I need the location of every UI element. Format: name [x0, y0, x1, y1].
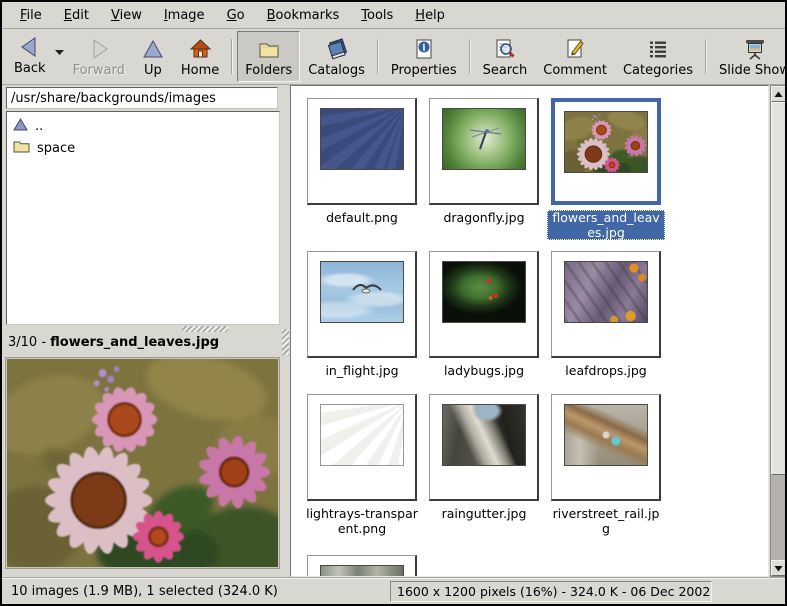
menu-bookmarks[interactable]: Bookmarks [257, 4, 350, 27]
toolbar: Back Forward Up [2, 29, 785, 85]
toolbar-separator [469, 39, 471, 74]
thumbnail-image [320, 108, 404, 170]
slideshow-button[interactable]: Slide Show [711, 31, 787, 82]
menu-view[interactable]: View [101, 4, 152, 27]
up-button[interactable]: Up [133, 31, 173, 82]
file-thumbnail[interactable]: dragonfly.jpg [429, 98, 539, 225]
up-triangle-icon [13, 118, 28, 135]
thumbnail-image [564, 261, 648, 323]
scroll-up-button[interactable] [771, 86, 786, 102]
home-button[interactable]: Home [173, 31, 227, 82]
list-icon [646, 36, 670, 62]
menu-bar: File Edit View Image Go Bookmarks Tools … [2, 2, 785, 29]
selection-status-text: 3/10 - flowers_and_leaves.jpg [8, 335, 284, 353]
comment-pencil-icon [563, 36, 587, 62]
main-content: .. space 3/10 - flowers_and_leaves.jpg [2, 85, 785, 577]
thumbnail-image [442, 108, 526, 170]
file-thumbnail[interactable]: leafdrops.jpg [551, 251, 661, 378]
pane-resize-grip-vertical[interactable] [282, 329, 289, 355]
info-document-icon: i [412, 36, 436, 62]
location-path-input[interactable] [6, 87, 278, 109]
image-preview [5, 357, 280, 569]
file-thumbnail[interactable]: in_flight.jpg [307, 251, 417, 378]
file-thumbnail[interactable]: riverstreet_rail.jpg [547, 394, 665, 536]
status-bar: 10 images (1.9 MB), 1 selected (324.0 K)… [2, 578, 785, 604]
folder-tree: .. space [6, 111, 280, 325]
file-thumbnail[interactable]: ladybugs.jpg [429, 251, 539, 378]
collection-status-text: 10 images (1.9 MB), 1 selected (324.0 K) [2, 584, 278, 599]
menu-help[interactable]: Help [405, 4, 455, 27]
thumbnail-pane: default.png dragonfly.jpg [290, 85, 785, 577]
projection-screen-icon [743, 36, 767, 62]
thumbnail-image [564, 404, 648, 466]
scrollbar-thumb[interactable] [771, 102, 786, 475]
toolbar-separator [705, 39, 707, 74]
properties-button[interactable]: i Properties [383, 31, 465, 82]
menu-image[interactable]: Image [154, 4, 215, 27]
up-arrow-icon [141, 36, 165, 62]
toolbar-separator [231, 39, 233, 74]
file-thumbnail[interactable]: raingutter.jpg [429, 394, 539, 521]
back-button[interactable]: Back [6, 31, 54, 80]
scroll-down-button[interactable] [771, 560, 786, 576]
back-history-dropdown[interactable] [54, 45, 65, 60]
categories-button[interactable]: Categories [615, 31, 701, 82]
catalogs-button[interactable]: Catalogs [300, 31, 373, 82]
folder-icon [257, 36, 281, 62]
thumbnail-image [320, 565, 404, 577]
thumbnail-image [442, 404, 526, 466]
file-thumbnail-selected[interactable]: flowers_and_leaves.jpg [547, 98, 665, 240]
file-thumbnail[interactable]: lightrays-transparent.png [303, 394, 421, 536]
menu-file[interactable]: File [10, 4, 52, 27]
vertical-scrollbar[interactable] [770, 85, 787, 577]
folder-item-parent[interactable]: .. [9, 116, 277, 137]
back-arrow-icon [18, 34, 42, 60]
file-thumbnail[interactable] [307, 555, 417, 577]
sidebar-pane: .. space 3/10 - flowers_and_leaves.jpg [2, 85, 290, 577]
toolbar-separator [377, 39, 379, 74]
folders-button[interactable]: Folders [237, 31, 300, 82]
image-info-text: 1600 x 1200 pixels (16%) - 324.0 K - 06 … [390, 581, 712, 602]
pane-resize-grip-horizontal[interactable] [182, 326, 228, 332]
thumbnail-view: default.png dragonfly.jpg [290, 85, 769, 577]
forward-button: Forward [65, 31, 133, 82]
thumbnail-image [320, 261, 404, 323]
menu-edit[interactable]: Edit [54, 4, 99, 27]
thumbnail-image [564, 111, 648, 173]
file-thumbnail[interactable]: default.png [307, 98, 417, 225]
scrollbar-track[interactable] [771, 102, 786, 560]
forward-arrow-icon [87, 36, 111, 62]
folder-icon [13, 139, 30, 157]
menu-go[interactable]: Go [217, 4, 255, 27]
svg-text:i: i [422, 44, 426, 54]
comment-button[interactable]: Comment [535, 31, 615, 82]
home-icon [188, 36, 212, 62]
thumbnail-image [320, 404, 404, 466]
folder-item-space[interactable]: space [9, 137, 277, 159]
search-icon [493, 36, 517, 62]
search-button[interactable]: Search [475, 31, 536, 82]
menu-tools[interactable]: Tools [351, 4, 403, 27]
gthumb-window: File Edit View Image Go Bookmarks Tools … [0, 0, 787, 606]
book-icon [325, 36, 349, 62]
thumbnail-image [442, 261, 526, 323]
